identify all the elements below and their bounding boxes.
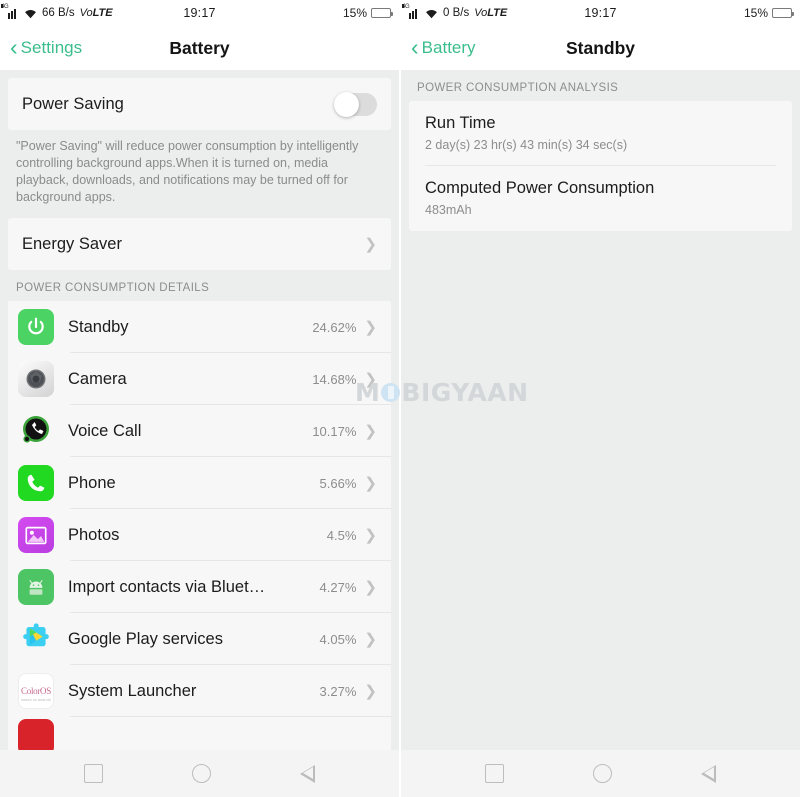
power-icon xyxy=(18,309,54,345)
home-button[interactable] xyxy=(191,764,211,783)
right-scroll-content: POWER CONSUMPTION ANALYSIS Run Time 2 da… xyxy=(401,70,800,750)
list-item[interactable]: Standby 24.62% ❯ xyxy=(8,301,391,353)
back-to-settings-button[interactable]: ‹ Settings xyxy=(10,33,83,60)
coloros-icon: ColorOS based on android xyxy=(18,673,54,709)
analysis-card: Run Time 2 day(s) 23 hr(s) 43 min(s) 34 … xyxy=(409,101,792,231)
computed-power-row: Computed Power Consumption 483mAh xyxy=(409,166,792,231)
power-saving-card: Power Saving xyxy=(8,78,391,130)
energy-saver-card: Energy Saver ❯ xyxy=(8,218,391,270)
app-percent: 3.27% xyxy=(319,683,357,699)
app-percent: 14.68% xyxy=(312,371,357,387)
app-consumption-list: Standby 24.62% ❯ Camera 14.68% ❯ Voice C… xyxy=(8,301,391,750)
app-name: Camera xyxy=(68,369,127,388)
right-phone-screen: 4G 0 B/s VoLTE 19:17 15% ‹ Battery Stand… xyxy=(401,0,800,797)
app-percent: 10.17% xyxy=(312,423,357,439)
list-item[interactable]: ColorOS based on android System Launcher… xyxy=(8,665,391,717)
app-name: Photos xyxy=(68,525,120,544)
recents-button[interactable] xyxy=(485,764,505,783)
battery-percent-label: 15% xyxy=(342,6,367,20)
left-scroll-content: Power Saving "Power Saving" will reduce … xyxy=(0,70,399,750)
energy-saver-row[interactable]: Energy Saver ❯ xyxy=(8,218,391,270)
battery-percent-label: 15% xyxy=(743,6,768,20)
computed-power-value: 483mAh xyxy=(425,203,472,217)
clock-label: 19:17 xyxy=(584,6,617,20)
chevron-right-icon: ❯ xyxy=(364,578,377,596)
voice-call-icon xyxy=(18,413,54,449)
app-name: Import contacts via Bluet… xyxy=(68,577,266,596)
app-percent: 5.66% xyxy=(319,475,357,491)
chevron-right-icon: ❯ xyxy=(364,682,377,700)
list-item[interactable]: Import contacts via Bluet… 4.27% ❯ xyxy=(8,561,391,613)
app-percent: 24.62% xyxy=(312,319,357,335)
left-nav-header: ‹ Settings Battery xyxy=(0,26,399,70)
chevron-right-icon: ❯ xyxy=(364,526,377,544)
chevron-right-icon: ❯ xyxy=(364,370,377,388)
list-item[interactable]: Phone 5.66% ❯ xyxy=(8,457,391,509)
home-button[interactable] xyxy=(592,764,612,783)
list-item[interactable]: Google Play services 4.05% ❯ xyxy=(8,613,391,665)
android-icon xyxy=(18,569,54,605)
camera-icon xyxy=(18,361,54,397)
power-saving-toggle[interactable] xyxy=(334,91,377,117)
list-item[interactable]: Photos 4.5% ❯ xyxy=(8,509,391,561)
recents-button[interactable] xyxy=(84,764,104,783)
computed-power-label: Computed Power Consumption xyxy=(425,179,655,197)
app-percent: 4.5% xyxy=(326,527,357,543)
chevron-right-icon: ❯ xyxy=(364,422,377,440)
list-item-partial[interactable] xyxy=(8,717,391,750)
energy-saver-label: Energy Saver xyxy=(22,234,122,253)
status-right-group: 15% xyxy=(743,6,794,20)
chevron-right-icon: ❯ xyxy=(364,235,377,253)
list-item[interactable]: Camera 14.68% ❯ xyxy=(8,353,391,405)
app-name: Google Play services xyxy=(68,629,223,648)
power-saving-description: "Power Saving" will reduce power consump… xyxy=(16,139,359,204)
left-navigation-keys xyxy=(0,750,399,797)
chevron-left-icon: ‹ xyxy=(411,33,419,60)
chevron-right-icon: ❯ xyxy=(364,630,377,648)
google-play-icon xyxy=(18,621,54,657)
back-label: Battery xyxy=(421,38,476,57)
app-percent: 4.05% xyxy=(319,631,357,647)
battery-icon xyxy=(772,8,794,18)
app-name: Standby xyxy=(68,317,129,336)
coloros-wordmark: ColorOS xyxy=(21,686,51,696)
status-right-group: 15% xyxy=(342,6,393,20)
back-to-battery-button[interactable]: ‹ Battery xyxy=(411,33,476,60)
power-saving-row[interactable]: Power Saving xyxy=(8,78,391,130)
dual-screenshot-container: 4G 66 B/s VoLTE 19:17 15% ‹ Settings Bat… xyxy=(0,0,800,797)
run-time-row: Run Time 2 day(s) 23 hr(s) 43 min(s) 34 … xyxy=(409,101,792,166)
left-phone-screen: 4G 66 B/s VoLTE 19:17 15% ‹ Settings Bat… xyxy=(0,0,399,797)
clock-label: 19:17 xyxy=(183,6,216,20)
back-button[interactable] xyxy=(299,764,315,783)
left-status-bar: 4G 66 B/s VoLTE 19:17 15% xyxy=(0,0,399,26)
power-consumption-analysis-header: POWER CONSUMPTION ANALYSIS xyxy=(417,82,619,94)
coloros-subtitle: based on android xyxy=(21,698,51,702)
list-item[interactable]: Voice Call 10.17% ❯ xyxy=(8,405,391,457)
app-percent: 4.27% xyxy=(319,579,357,595)
back-button[interactable] xyxy=(700,764,716,783)
app-icon-partial xyxy=(18,719,54,750)
chevron-right-icon: ❯ xyxy=(364,318,377,336)
chevron-right-icon: ❯ xyxy=(364,474,377,492)
right-nav-header: ‹ Battery Standby xyxy=(401,26,800,70)
app-name: Voice Call xyxy=(68,421,142,440)
power-consumption-details-header: POWER CONSUMPTION DETAILS xyxy=(16,282,210,294)
toggle-knob xyxy=(334,91,359,117)
power-saving-label: Power Saving xyxy=(22,94,124,113)
right-navigation-keys xyxy=(401,750,800,797)
app-name: Phone xyxy=(68,473,116,492)
chevron-left-icon: ‹ xyxy=(10,33,18,60)
app-name: System Launcher xyxy=(68,681,197,700)
photos-icon xyxy=(18,517,54,553)
phone-icon xyxy=(18,465,54,501)
run-time-value: 2 day(s) 23 hr(s) 43 min(s) 34 sec(s) xyxy=(425,138,628,152)
back-label: Settings xyxy=(20,38,83,57)
battery-icon xyxy=(371,8,393,18)
run-time-label: Run Time xyxy=(425,114,496,132)
right-status-bar: 4G 0 B/s VoLTE 19:17 15% xyxy=(401,0,800,26)
